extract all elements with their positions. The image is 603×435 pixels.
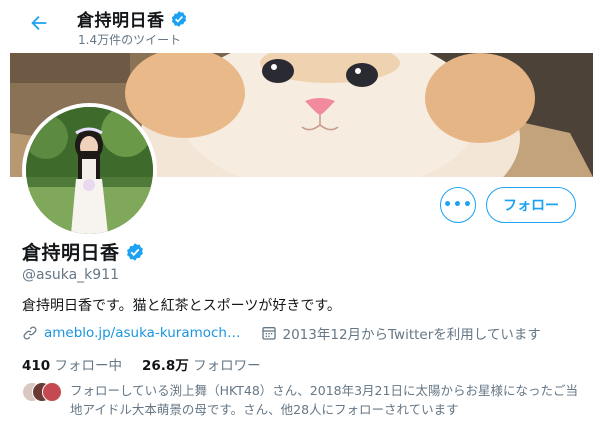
more-dots-icon: ••• xyxy=(443,197,473,213)
followed-by-text: フォローしている渕上舞（HKT48）さん、2018年3月21日に太陽からお星様に… xyxy=(70,383,578,417)
calendar-icon xyxy=(261,327,276,340)
profile-name-row: 倉持明日香 xyxy=(22,238,145,265)
tweet-count: 1.4万件のツイート xyxy=(78,33,182,47)
following-link[interactable]: 410 フォロー中 xyxy=(22,354,122,374)
website-link[interactable]: ameblo.jp/asuka-kuramoch… xyxy=(44,325,241,341)
header-title: 倉持明日香 xyxy=(77,6,188,31)
profile-avatar[interactable] xyxy=(22,103,157,238)
profile-bio: 倉持明日香です。猫と紅茶とスポーツが好きです。 xyxy=(22,298,341,314)
header-name: 倉持明日香 xyxy=(77,11,165,31)
profile-handle: @asuka_k911 xyxy=(22,267,120,283)
following-label: フォロー中 xyxy=(54,358,122,374)
following-count: 410 xyxy=(22,358,51,374)
joined-date: 2013年12月からTwitterを利用しています xyxy=(261,323,541,343)
avatar xyxy=(42,382,62,402)
followers-label: フォロワー xyxy=(193,358,261,374)
verified-badge-icon xyxy=(126,242,143,261)
profile-meta: ameblo.jp/asuka-kuramoch… 2013年12月からTwit… xyxy=(22,323,541,343)
followed-by[interactable]: フォローしている渕上舞（HKT48）さん、2018年3月21日に太陽からお星様に… xyxy=(22,381,592,419)
profile-stats: 410 フォロー中 26.8万 フォロワー xyxy=(22,354,281,374)
profile-name: 倉持明日香 xyxy=(22,242,120,264)
arrow-left-icon[interactable] xyxy=(28,12,50,34)
followers-link[interactable]: 26.8万 フォロワー xyxy=(142,354,261,374)
follow-button[interactable]: フォロー xyxy=(486,187,576,223)
link-icon xyxy=(23,326,37,340)
verified-badge-icon xyxy=(171,10,186,27)
profile-header: 倉持明日香 1.4万件のツイート xyxy=(0,0,603,52)
followed-by-avatars xyxy=(22,382,66,404)
joined-text: 2013年12月からTwitterを利用しています xyxy=(282,327,541,343)
followers-count: 26.8万 xyxy=(141,358,189,374)
more-options-button[interactable]: ••• xyxy=(440,187,476,223)
